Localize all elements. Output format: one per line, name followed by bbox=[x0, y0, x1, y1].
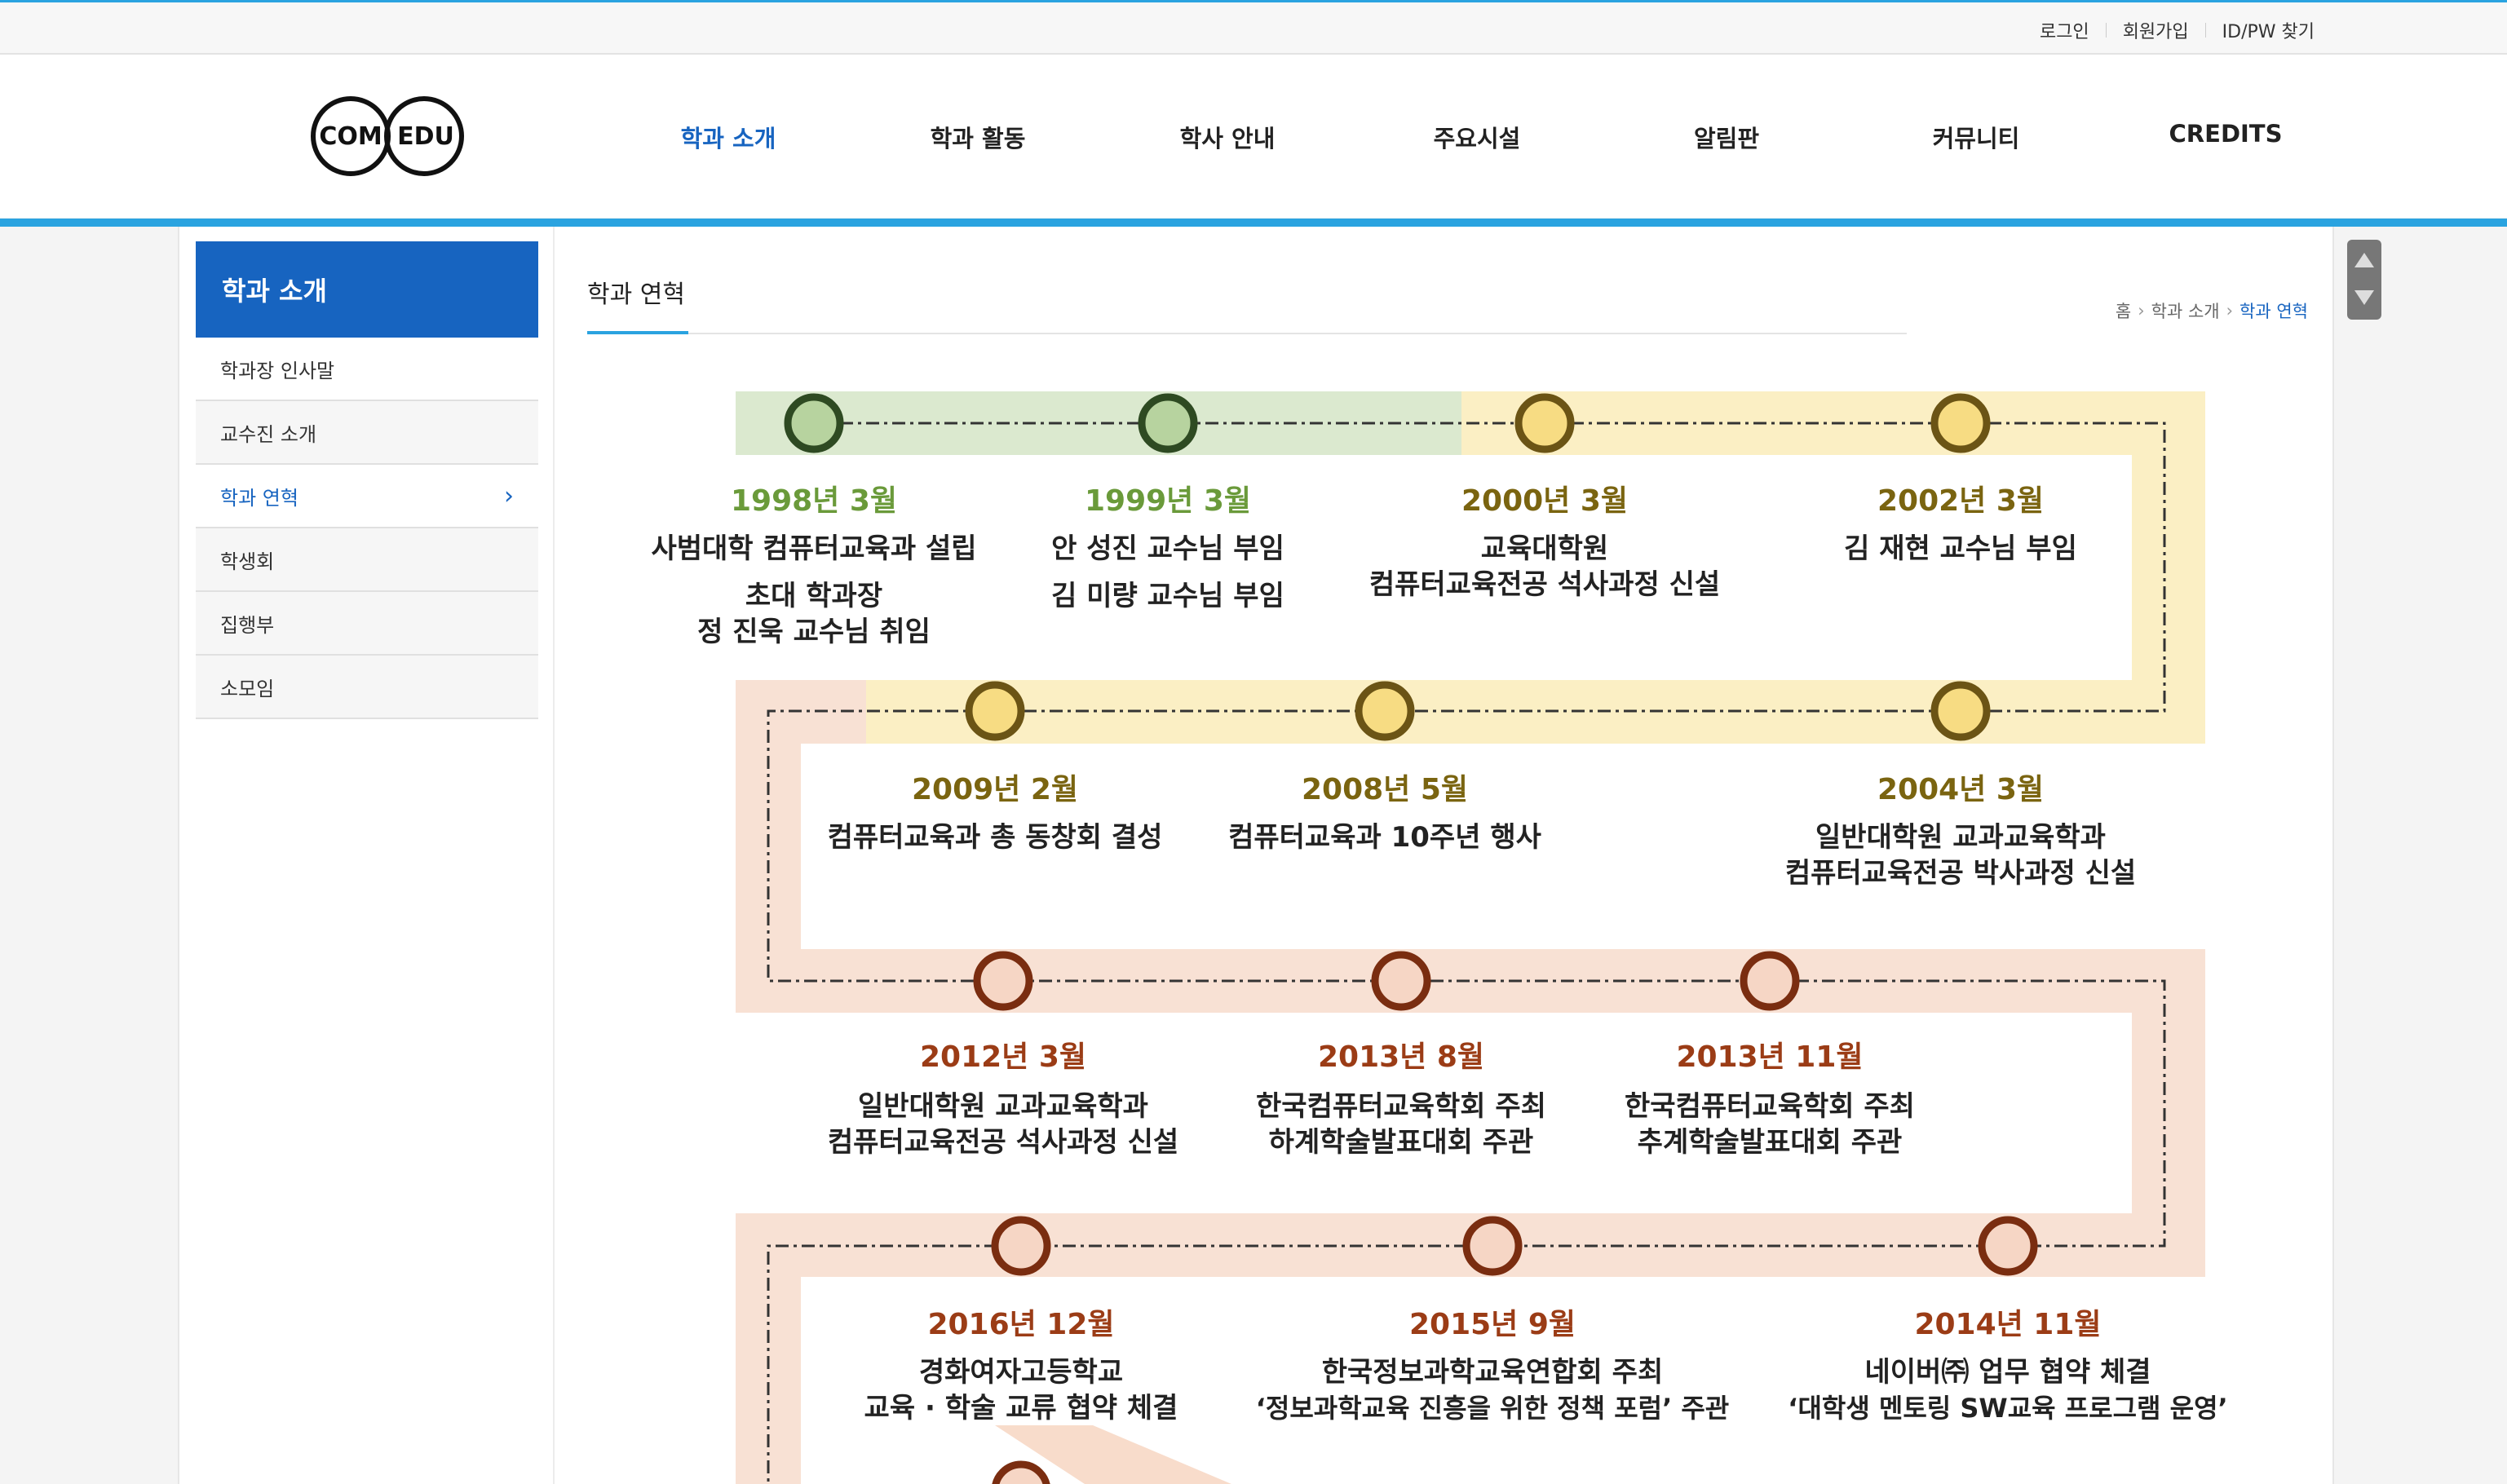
event-text: 교육 · 학술 교류 협약 체결 bbox=[864, 1392, 1178, 1424]
arrow-up-icon[interactable] bbox=[2354, 253, 2374, 267]
main-nav: 학과 소개 학과 활동 학사 안내 주요시설 알림판 커뮤니티 CREDITS bbox=[604, 120, 2350, 154]
nav-activities[interactable]: 학과 활동 bbox=[853, 120, 1103, 154]
logo-right-text: EDU bbox=[397, 122, 454, 151]
timeline-node bbox=[991, 1216, 1051, 1276]
event-text: 컴퓨터교육과 10주년 행사 bbox=[1228, 821, 1541, 854]
event-text: 컴퓨터교육과 총 동창회 결성 bbox=[828, 821, 1163, 854]
event-date: 2002년 3월 bbox=[1877, 484, 2044, 518]
timeline-node bbox=[1930, 393, 1991, 453]
timeline-node bbox=[1355, 681, 1415, 741]
event-date: 2016년 12월 bbox=[927, 1308, 1114, 1341]
event-text: 한국정보과학교육연합회 주최 bbox=[1322, 1356, 1663, 1389]
login-link[interactable]: 로그인 bbox=[2040, 17, 2089, 43]
nav-academics[interactable]: 학사 안내 bbox=[1103, 120, 1352, 154]
event-date: 2014년 11월 bbox=[1914, 1308, 2101, 1341]
nav-credits[interactable]: CREDITS bbox=[2101, 120, 2350, 154]
utility-bar: 로그인 회원가입 ID/PW 찾기 bbox=[0, 2, 2507, 55]
timeline-node bbox=[1514, 393, 1575, 453]
event-date: 1999년 3월 bbox=[1085, 484, 1251, 518]
event-text: 김 재현 교수님 부임 bbox=[1844, 532, 2077, 565]
timeline-node bbox=[1462, 1216, 1523, 1276]
event-date: 2013년 8월 bbox=[1318, 1040, 1484, 1074]
nav-board[interactable]: 알림판 bbox=[1602, 120, 1851, 154]
event-text: 하계학술발표대회 주관 bbox=[1269, 1126, 1534, 1159]
event-text: 김 미량 교수님 부임 bbox=[1051, 580, 1284, 612]
timeline-node bbox=[1930, 681, 1991, 741]
event-text: 사범대학 컴퓨터교육과 설립 bbox=[651, 532, 976, 565]
event-date: 2013년 11월 bbox=[1676, 1040, 1863, 1074]
event-text: 초대 학과장 bbox=[745, 580, 882, 612]
event-text: 네이버㈜ 업무 협약 체결 bbox=[1864, 1356, 2151, 1389]
event-date: 2004년 3월 bbox=[1877, 773, 2044, 806]
event-text: 안 성진 교수님 부임 bbox=[1051, 532, 1284, 565]
nav-facilities[interactable]: 주요시설 bbox=[1352, 120, 1602, 154]
event-text: ‘대학생 멘토링 SW교육 프로그램 운영’ bbox=[1788, 1393, 2227, 1424]
event-text: 한국컴퓨터교육학회 주최 bbox=[1625, 1090, 1915, 1123]
event-text: 일반대학원 교과교육학과 bbox=[858, 1090, 1148, 1123]
timeline-node bbox=[784, 393, 844, 453]
event-text: 추계학술발표대회 주관 bbox=[1638, 1126, 1903, 1159]
nav-community[interactable]: 커뮤니티 bbox=[1851, 120, 2101, 154]
timeline-node bbox=[973, 951, 1033, 1011]
divider bbox=[2204, 23, 2206, 38]
utility-links: 로그인 회원가입 ID/PW 찾기 bbox=[2040, 17, 2315, 43]
event-text: 컴퓨터교육전공 박사과정 신설 bbox=[1785, 857, 2136, 890]
signup-link[interactable]: 회원가입 bbox=[2123, 17, 2189, 43]
nav-about[interactable]: 학과 소개 bbox=[604, 120, 853, 154]
find-idpw-link[interactable]: ID/PW 찾기 bbox=[2222, 17, 2315, 43]
site-header: COM EDU 학과 소개 학과 활동 학사 안내 주요시설 알림판 커뮤니티 … bbox=[0, 55, 2507, 218]
event-text: 컴퓨터교육전공 석사과정 신설 bbox=[1369, 568, 1720, 601]
event-text: 일반대학원 교과교육학과 bbox=[1815, 821, 2106, 854]
comedu-logo[interactable]: COM EDU bbox=[302, 89, 473, 187]
event-date: 2000년 3월 bbox=[1461, 484, 1628, 518]
event-text: 컴퓨터교육전공 석사과정 신설 bbox=[828, 1126, 1178, 1159]
timeline-node bbox=[1138, 393, 1198, 453]
timeline-node bbox=[965, 681, 1025, 741]
arrow-down-icon[interactable] bbox=[2354, 290, 2374, 305]
event-text: ‘정보과학교육 진흥을 위한 정책 포럼’ 주관 bbox=[1256, 1393, 1730, 1424]
scroll-top-bottom-control[interactable] bbox=[2347, 240, 2381, 320]
event-text: 교육대학원 bbox=[1481, 532, 1608, 565]
event-date: 2015년 9월 bbox=[1409, 1308, 1576, 1341]
history-timeline: 1998년 3월 사범대학 컴퓨터교육과 설립 초대 학과장 정 진욱 교수님 … bbox=[651, 391, 2228, 1484]
event-date: 2008년 5월 bbox=[1302, 773, 1468, 806]
event-date: 2009년 2월 bbox=[912, 773, 1078, 806]
header-accent-bar bbox=[0, 219, 2507, 227]
event-text: 한국컴퓨터교육학회 주최 bbox=[1256, 1090, 1546, 1123]
event-text: 경화여자고등학교 bbox=[919, 1356, 1123, 1389]
divider bbox=[2105, 23, 2107, 38]
timeline-node bbox=[992, 1460, 1050, 1484]
content-wrapper: 학과 소개 학과장 인사말 교수진 소개 학과 연혁 › 학생회 집행부 소모임 … bbox=[178, 227, 2334, 1484]
logo-left-text: COM bbox=[319, 122, 382, 151]
event-text: 정 진욱 교수님 취임 bbox=[697, 616, 931, 648]
timeline-node bbox=[1740, 951, 1800, 1011]
timeline-node bbox=[1978, 1216, 2038, 1276]
event-date: 1998년 3월 bbox=[731, 484, 897, 518]
timeline-node bbox=[1371, 951, 1431, 1011]
event-date: 2012년 3월 bbox=[920, 1040, 1086, 1074]
